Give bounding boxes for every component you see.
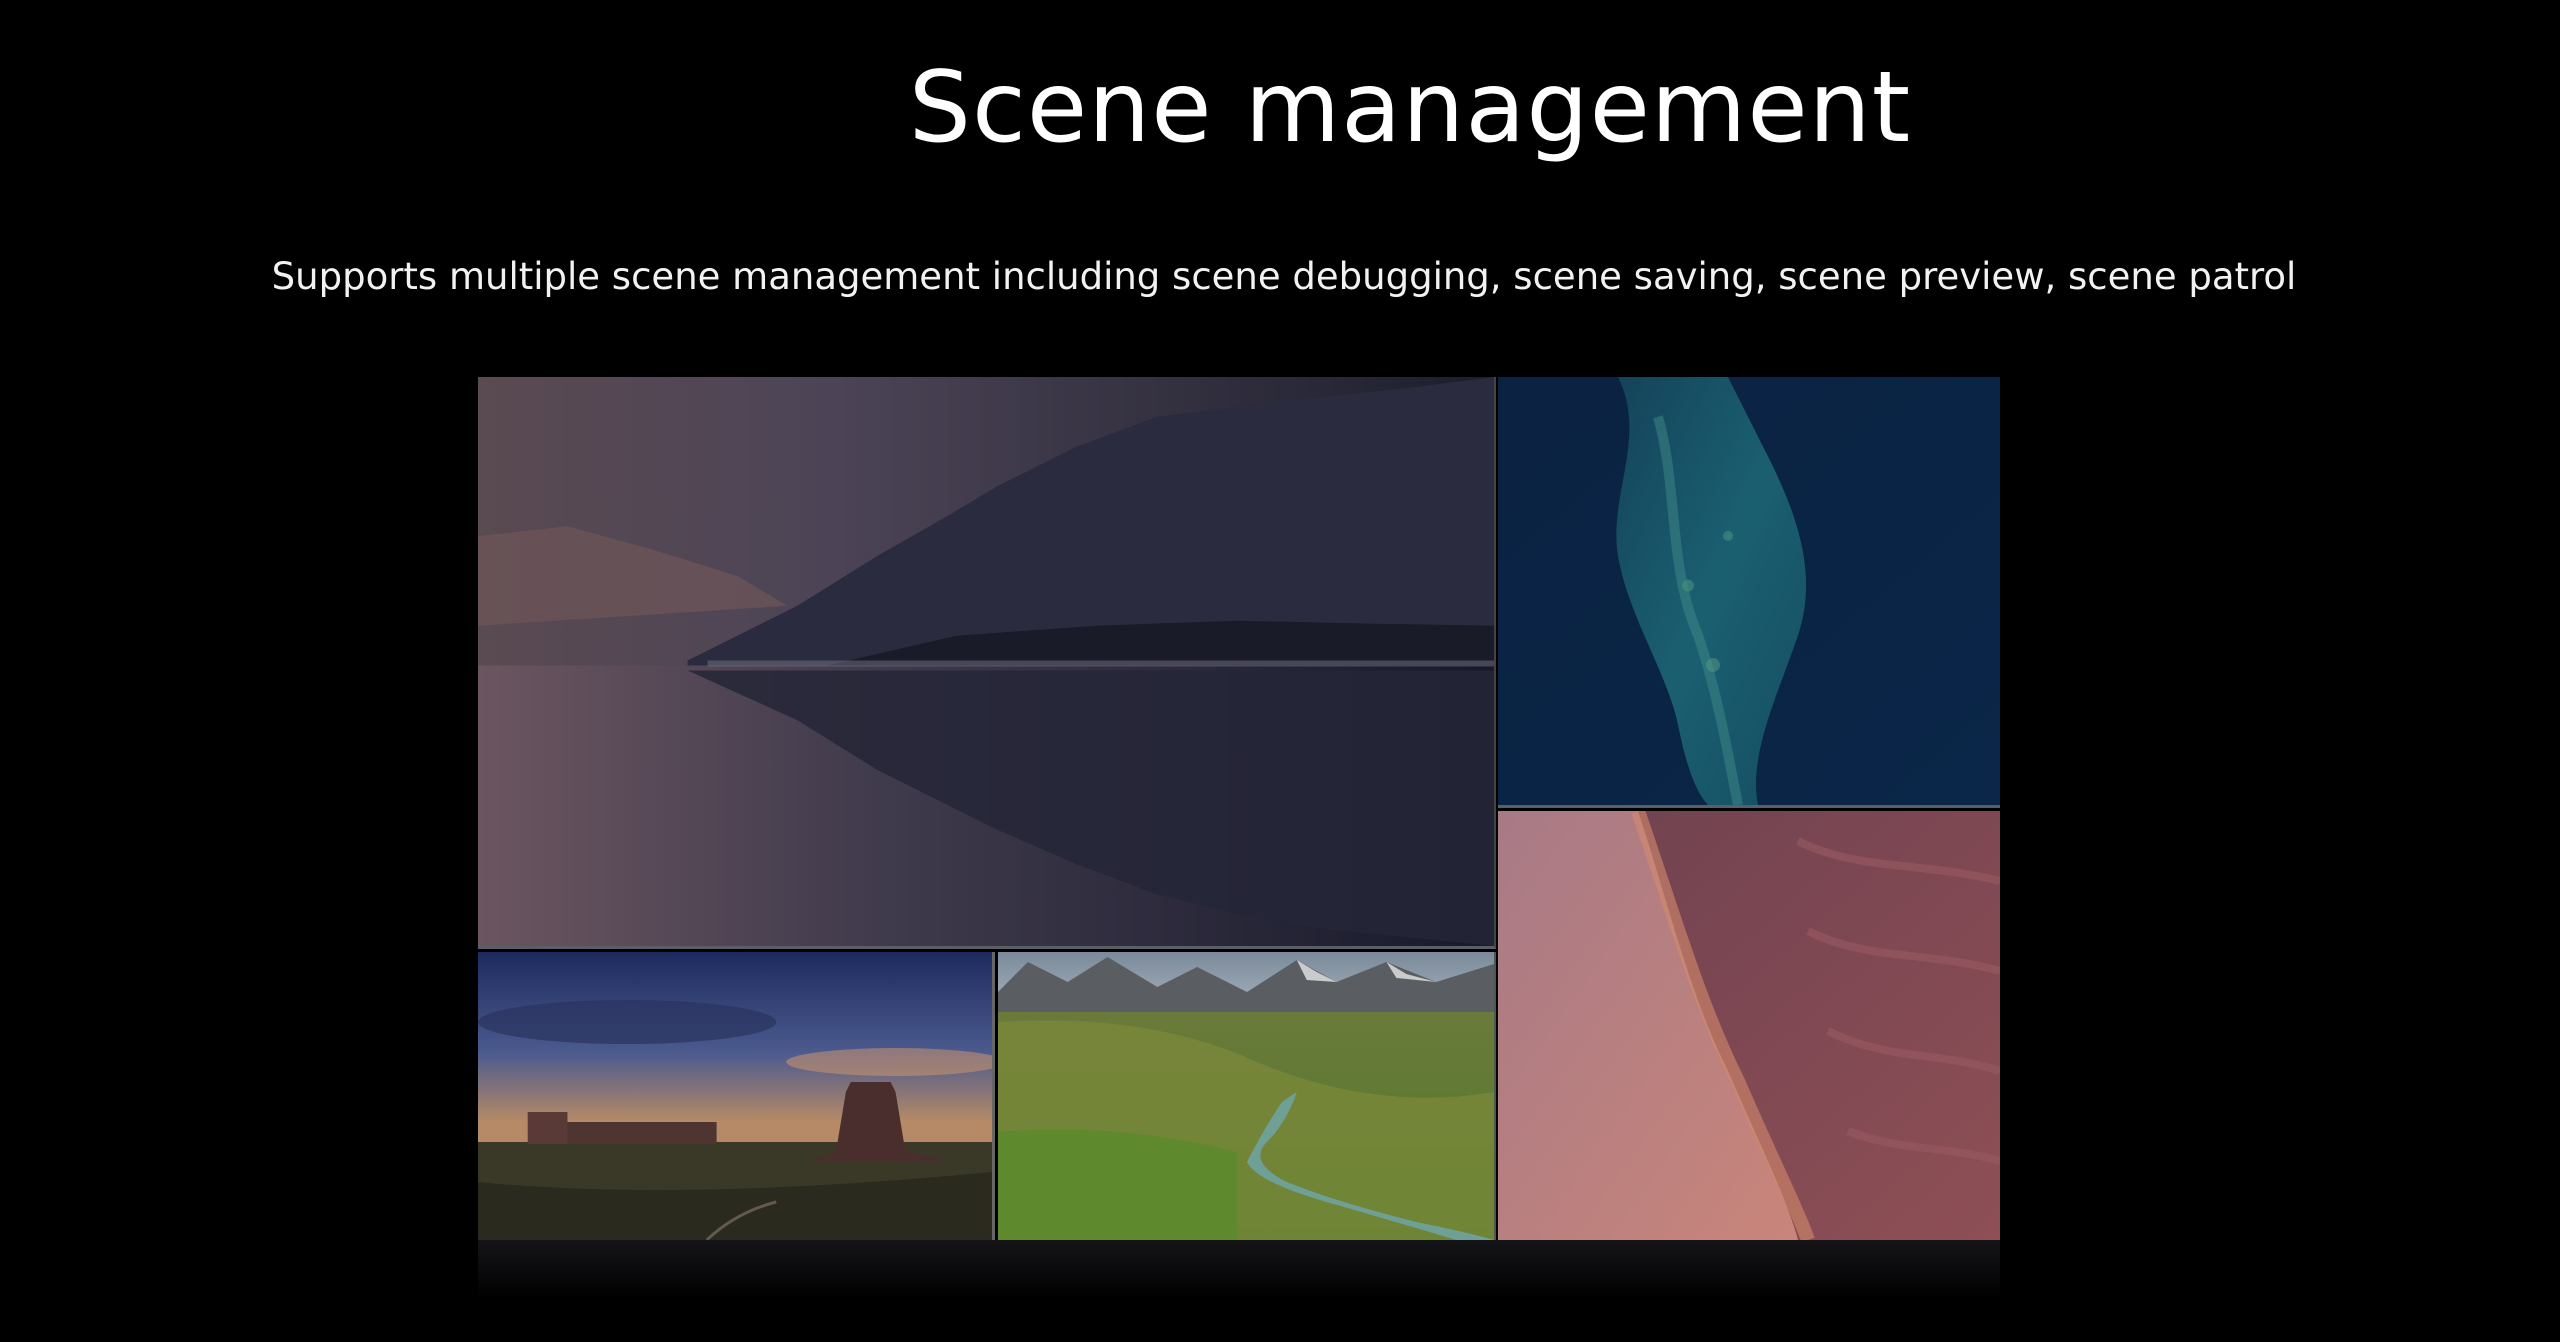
page-subtitle: Supports multiple scene management inclu… xyxy=(271,255,2297,298)
desert-butte-image xyxy=(478,952,992,1240)
ocean-aerial-image xyxy=(1498,377,2000,805)
ocean-aerial-scene[interactable] xyxy=(1498,377,2000,808)
desert-butte-scene[interactable] xyxy=(478,952,995,1240)
lake-mountain-image xyxy=(478,377,1494,946)
scene-management-page: Scene management Supports multiple scene… xyxy=(0,0,2560,1342)
lake-mountain-scene[interactable] xyxy=(478,377,1496,949)
sandstone-canyon-image xyxy=(1498,811,2000,1240)
river-valley-image xyxy=(998,952,1494,1240)
video-wall xyxy=(478,377,2000,1240)
sandstone-canyon-scene[interactable] xyxy=(1498,811,2000,1240)
river-valley-scene[interactable] xyxy=(998,952,1496,1240)
page-title: Scene management xyxy=(908,51,1912,165)
wall-reflection xyxy=(478,1240,2000,1300)
